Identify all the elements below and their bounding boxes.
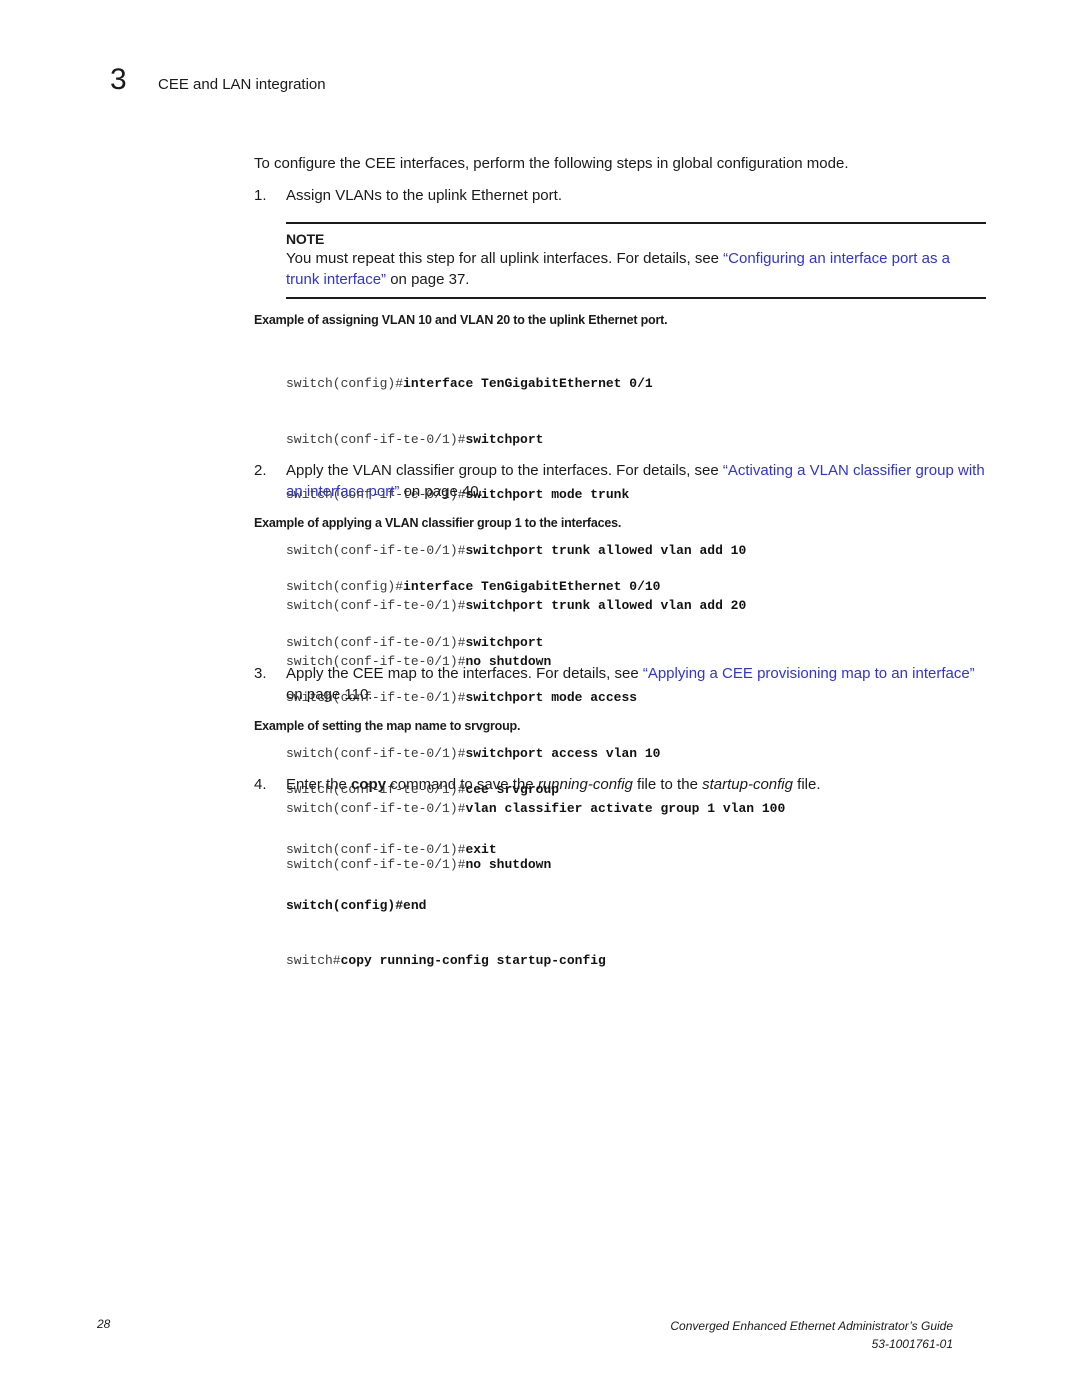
note-label: NOTE [286,231,325,247]
code-prompt: switch(conf-if-te-0/1)# [286,431,466,447]
code-command: copy running-config startup-config [340,953,606,968]
step-text-part: Enter the [286,776,352,793]
code-line: switch(conf-if-te-0/1)#switchport [286,634,785,653]
code-prompt: switch# [286,953,341,968]
step-text: Enter the copy command to save the runni… [286,774,986,795]
code-command: exit [465,842,497,857]
code-command: switch(config)#end [286,897,427,913]
footer-book-info: Converged Enhanced Ethernet Administrato… [670,1317,953,1353]
code-prompt: switch(conf-if-te-0/1)# [286,634,466,650]
step-3: 3. Apply the CEE map to the interfaces. … [254,663,986,705]
note-box: NOTE You must repeat this step for all u… [286,222,986,299]
note-text: You must repeat this step for all uplink… [286,248,986,290]
footer-doc-number: 53-1001761-01 [871,1337,953,1351]
example-caption: Example of setting the map name to srvgr… [254,719,521,733]
step-number: 3. [254,665,267,682]
code-block: switch(conf-if-te-0/1)#exit switch(confi… [286,804,606,989]
code-prompt: switch(config)# [286,376,404,391]
code-command: switchport [465,634,544,650]
step-text: Apply the CEE map to the interfaces. For… [286,663,986,705]
step-number: 1. [254,187,267,204]
step-number: 2. [254,462,267,479]
code-command: interface TenGigabitEthernet 0/1 [403,376,653,391]
note-text-after: on page 37. [386,271,470,288]
footer-page-number: 28 [97,1317,111,1331]
code-line: switch(config)#interface TenGigabitEther… [286,578,785,597]
code-line: switch#copy running-config startup-confi… [286,952,606,971]
chapter-number: 3 [110,63,127,96]
step-text-before: Apply the VLAN classifier group to the i… [286,462,723,479]
command-name: copy [351,776,387,793]
step-1: 1. Assign VLANs to the uplink Ethernet p… [254,185,986,206]
step-number: 4. [254,776,267,793]
xref-link-cee-provisioning-map[interactable]: “Applying a CEE provisioning map to an i… [643,665,975,682]
code-command: switchport [465,431,544,447]
step-text-part: command to save the [386,776,538,793]
step-text: Assign VLANs to the uplink Ethernet port… [286,187,562,204]
step-2: 2. Apply the VLAN classifier group to th… [254,460,986,502]
file-name-startup-config: startup-config [702,776,793,793]
code-line: switch(conf-if-te-0/1)#switchport [286,431,746,450]
code-line: switch(conf-if-te-0/1)#exit [286,841,606,860]
chapter-title: CEE and LAN integration [158,76,326,93]
step-text-part: file. [792,776,821,793]
example-caption: Example of assigning VLAN 10 and VLAN 20… [254,313,668,327]
code-prompt: switch(conf-if-te-0/1)# [286,842,466,857]
step-text: Apply the VLAN classifier group to the i… [286,460,986,502]
intro-paragraph: To configure the CEE interfaces, perform… [254,155,849,172]
example-caption: Example of applying a VLAN classifier gr… [254,516,622,530]
step-text-after: on page 40. [399,483,483,500]
step-text-before: Apply the CEE map to the interfaces. For… [286,665,643,682]
step-text-part: file to the [632,776,703,793]
code-line: switch(config)#end [286,897,606,916]
code-prompt: switch(config)# [286,579,404,594]
note-text-before: You must repeat this step for all uplink… [286,250,724,267]
file-name-running-config: running-config [537,776,633,793]
code-line: switch(config)#interface TenGigabitEther… [286,375,746,394]
step-4: 4. Enter the copy command to save the ru… [254,774,986,795]
step-text-after: on page 110. [286,686,373,703]
code-command: interface TenGigabitEthernet 0/10 [403,579,661,594]
footer-book-title: Converged Enhanced Ethernet Administrato… [670,1319,953,1333]
